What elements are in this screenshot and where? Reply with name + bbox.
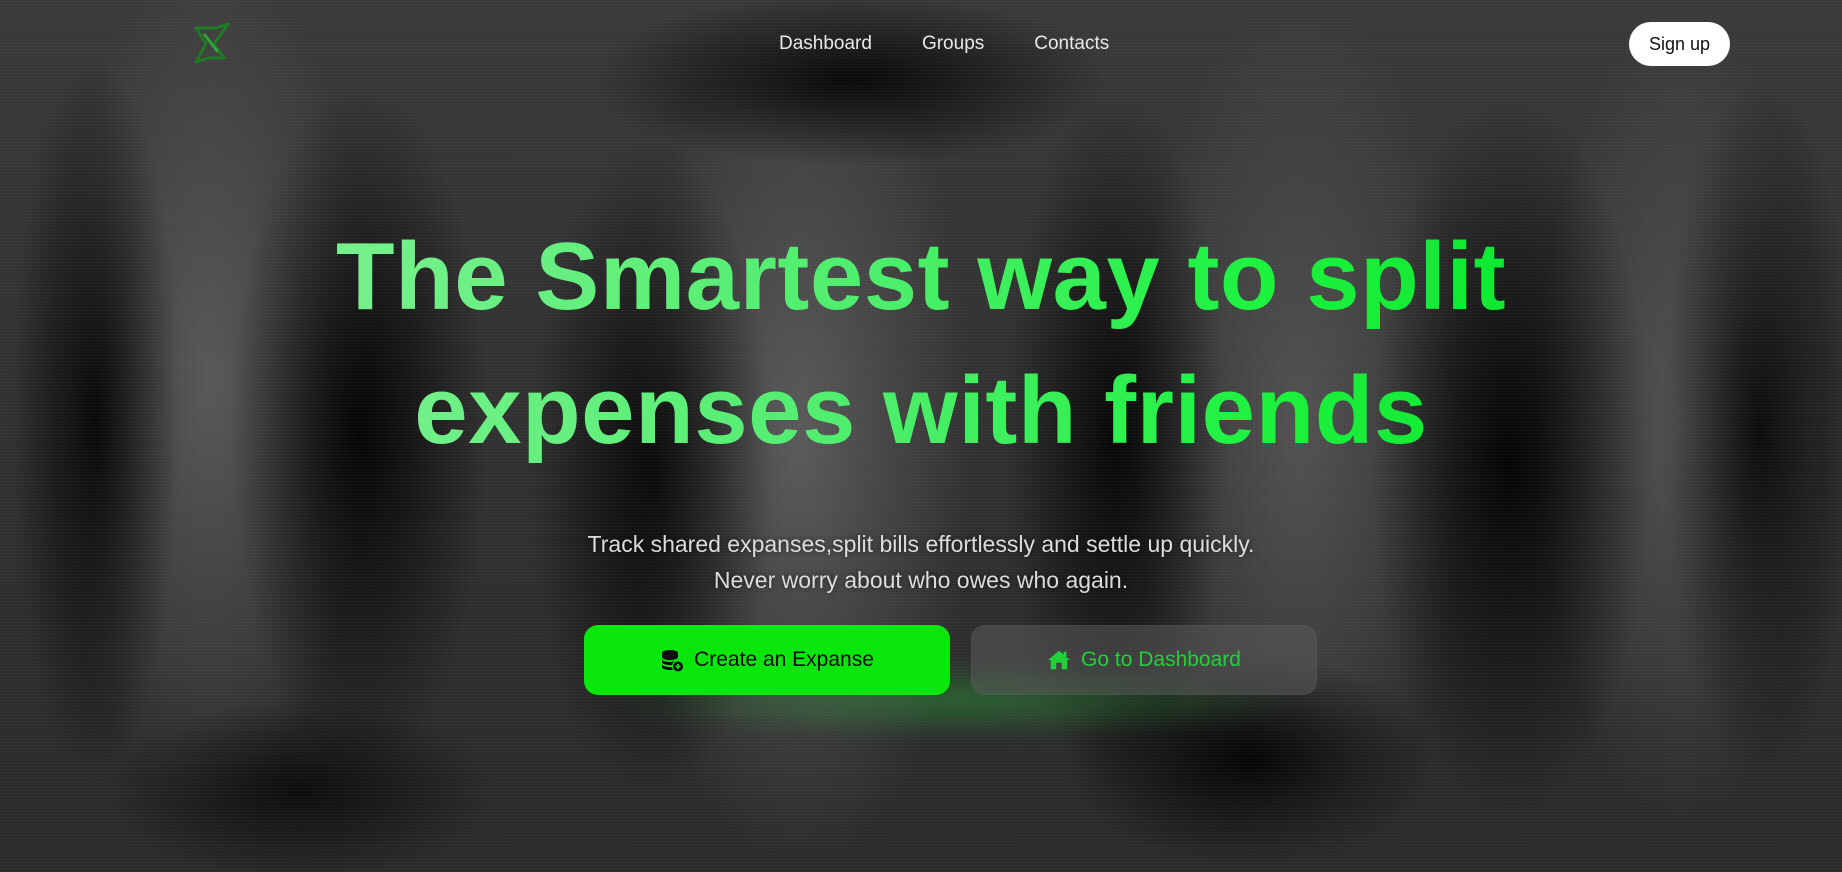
subtitle-line-1: Track shared expanses,split bills effort… xyxy=(587,531,1255,557)
cta-row: Create an Expanse Go to Dashboard xyxy=(584,625,1317,695)
logo-icon[interactable] xyxy=(190,22,234,66)
signup-button[interactable]: Sign up xyxy=(1628,22,1730,66)
nav-links: Dashboard Groups Contacts xyxy=(779,30,1159,58)
go-to-dashboard-label: Go to Dashboard xyxy=(1081,648,1241,671)
page-background: Dashboard Groups Contacts Sign up The Sm… xyxy=(0,0,1842,872)
home-icon xyxy=(1047,648,1071,672)
hero-subtitle: Track shared expanses,split bills effort… xyxy=(0,526,1842,598)
hero-headline: The Smartest way to split expenses with … xyxy=(336,210,1506,478)
go-to-dashboard-button[interactable]: Go to Dashboard xyxy=(971,625,1317,695)
top-nav: Dashboard Groups Contacts Sign up xyxy=(0,0,1842,88)
create-expanse-label: Create an Expanse xyxy=(694,648,874,671)
subtitle-line-2: Never worry about who owes who again. xyxy=(713,567,1129,593)
headline-line-1: The Smartest way to split xyxy=(335,223,1507,330)
nav-link-groups[interactable]: Groups xyxy=(922,30,984,58)
headline-line-2: expenses with friends xyxy=(414,357,1428,464)
nav-link-contacts[interactable]: Contacts xyxy=(1034,30,1109,58)
nav-link-dashboard[interactable]: Dashboard xyxy=(779,30,872,58)
hero-section: The Smartest way to split expenses with … xyxy=(0,210,1842,598)
coins-plus-icon xyxy=(660,648,684,672)
create-expanse-button[interactable]: Create an Expanse xyxy=(584,625,950,695)
